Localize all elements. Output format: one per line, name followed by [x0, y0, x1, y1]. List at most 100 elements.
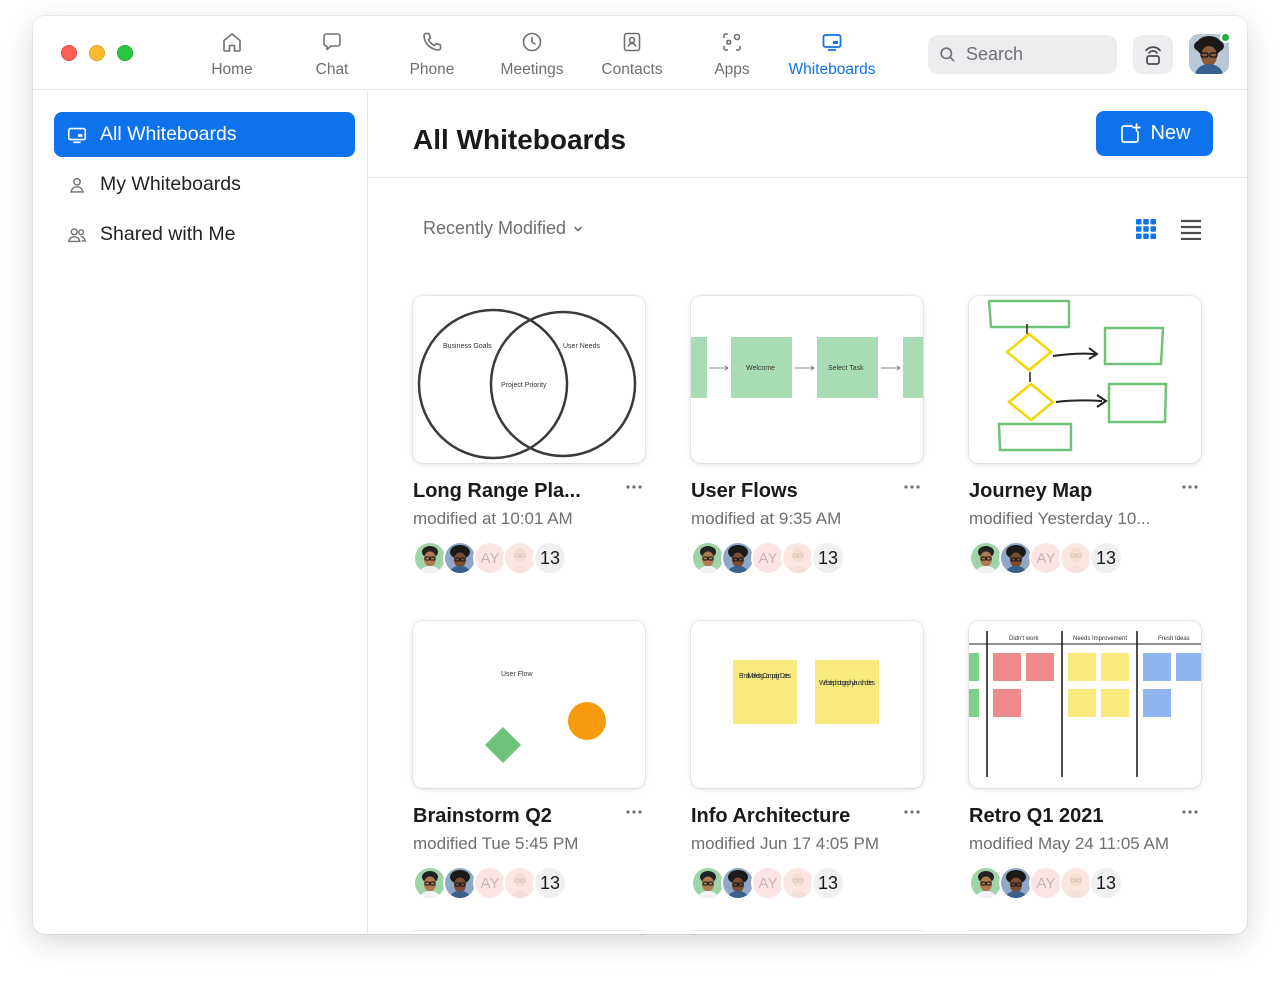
next-row-card-edge	[413, 930, 645, 934]
collaborator-count-badge: 13	[533, 541, 567, 575]
people-icon	[67, 227, 87, 242]
collaborator-avatars[interactable]: AY 13	[691, 541, 923, 575]
tab-chat[interactable]: Chat	[282, 28, 382, 84]
collaborator-avatars[interactable]: AY 13	[691, 866, 923, 900]
thumb-label: Business Goals	[443, 343, 492, 350]
whiteboard-title[interactable]: Brainstorm Q2	[413, 805, 603, 828]
collaborator-photo-icon	[505, 868, 535, 898]
more-options-icon[interactable]	[623, 801, 645, 823]
whiteboard-thumbnail[interactable]: Business Goals User Needs Project Priori…	[413, 296, 645, 463]
collaborator-photo-icon	[783, 868, 813, 898]
retro-board-thumbnail: Didn't work Needs Improvement Fresh Idea…	[969, 631, 1201, 777]
journey-map-thumbnail	[987, 299, 1168, 452]
more-options-icon[interactable]	[1179, 801, 1201, 823]
close-window-button[interactable]	[61, 45, 77, 61]
collaborator-avatar	[781, 866, 815, 900]
tab-phone-label: Phone	[409, 61, 455, 78]
list-view-button[interactable]	[1180, 218, 1202, 241]
collaborator-count-badge: 13	[1089, 541, 1123, 575]
tab-meetings[interactable]: Meetings	[482, 28, 582, 84]
online-status-dot	[1220, 32, 1231, 43]
grid-view-button[interactable]	[1135, 218, 1157, 240]
app-window: Home Chat Phone Meetings Contacts Apps W…	[33, 16, 1247, 934]
collaborator-initials-avatar: AY	[1029, 866, 1063, 900]
search-placeholder: Search	[966, 44, 1024, 64]
minimize-window-button[interactable]	[89, 45, 105, 61]
collaborator-count-badge: 13	[811, 866, 845, 900]
collaborator-photo-icon	[1001, 543, 1031, 573]
collaborator-avatar	[721, 866, 755, 900]
whiteboard-card[interactable]: Business Goals User Needs Project Priori…	[413, 296, 645, 596]
whiteboard-card[interactable]: Email Marketing Campaign Dates Website p…	[691, 621, 923, 921]
collaborator-avatars[interactable]: AY 13	[413, 866, 645, 900]
tab-contacts-label: Contacts	[601, 61, 663, 78]
whiteboard-card[interactable]: Didn't work Needs Improvement Fresh Idea…	[969, 621, 1201, 921]
whiteboard-thumbnail[interactable]: Email Marketing Campaign Dates Website p…	[691, 621, 923, 788]
tab-apps[interactable]: Apps	[682, 28, 782, 84]
collaborator-avatar	[999, 541, 1033, 575]
whiteboard-title[interactable]: Journey Map	[969, 480, 1159, 503]
sidebar: All Whiteboards My Whiteboards Shared wi…	[33, 90, 368, 934]
more-options-icon[interactable]	[901, 476, 923, 498]
sidebar-item-label: All Whiteboards	[100, 123, 237, 145]
whiteboard-thumbnail[interactable]: Didn't work Needs Improvement Fresh Idea…	[969, 621, 1201, 788]
more-options-icon[interactable]	[901, 801, 923, 823]
flowchart-thumbnail: Welcome Select Task	[691, 337, 923, 398]
collaborator-avatar	[503, 541, 537, 575]
tab-whiteboards[interactable]: Whiteboards	[782, 28, 882, 84]
main-content: All Whiteboards New Recently Modified Bu…	[369, 90, 1247, 934]
whiteboard-card[interactable]: User Flow Brainstorm Q2 modified Tue 5:4…	[413, 621, 645, 921]
thumb-label: User Needs	[563, 343, 600, 350]
collaborator-count-badge: 13	[1089, 866, 1123, 900]
thumb-label: Didn't work	[1009, 636, 1039, 642]
sidebar-item-shared-with-me[interactable]: Shared with Me	[54, 212, 355, 257]
collaborator-avatars[interactable]: AY 13	[969, 541, 1201, 575]
whiteboard-thumbnail[interactable]: User Flow	[413, 621, 645, 788]
collaborator-photo-icon	[1061, 543, 1091, 573]
zoom-window-button[interactable]	[117, 45, 133, 61]
collaborator-avatar	[691, 541, 725, 575]
thumb-label: Fresh Ideas	[1158, 636, 1190, 642]
whiteboard-card[interactable]: Welcome Select Task User Flows modified …	[691, 296, 923, 596]
page-header: All Whiteboards New	[369, 90, 1247, 178]
whiteboard-title[interactable]: User Flows	[691, 480, 881, 503]
tab-meetings-label: Meetings	[500, 61, 564, 78]
collaborator-initials-avatar: AY	[473, 541, 507, 575]
sort-dropdown[interactable]: Recently Modified	[423, 218, 584, 239]
desk-phone-button[interactable]	[1133, 35, 1173, 74]
new-whiteboard-button[interactable]: New	[1096, 111, 1213, 156]
whiteboard-modified: modified at 10:01 AM	[413, 509, 573, 528]
thumb-label: Email Marketing Campaign Dates	[739, 673, 792, 680]
whiteboard-modified: modified at 9:35 AM	[691, 509, 842, 528]
collaborator-avatar	[443, 541, 477, 575]
more-options-icon[interactable]	[623, 476, 645, 498]
collaborator-photo-icon	[505, 543, 535, 573]
collaborator-avatars[interactable]: AY 13	[413, 541, 645, 575]
tab-contacts[interactable]: Contacts	[582, 28, 682, 84]
search-input[interactable]: Search	[928, 35, 1117, 74]
new-button-label: New	[1150, 122, 1191, 144]
sidebar-item-all-whiteboards[interactable]: All Whiteboards	[54, 112, 355, 157]
whiteboard-title[interactable]: Retro Q1 2021	[969, 805, 1159, 828]
desk-phone-icon	[1145, 45, 1161, 65]
whiteboard-title[interactable]: Info Architecture	[691, 805, 881, 828]
whiteboard-card[interactable]: Journey Map modified Yesterday 10... AY …	[969, 296, 1201, 596]
collaborator-avatar	[781, 541, 815, 575]
whiteboard-thumbnail[interactable]	[969, 296, 1201, 463]
collaborator-photo-icon	[415, 543, 445, 573]
collaborator-photo-icon	[445, 543, 475, 573]
tab-home[interactable]: Home	[182, 28, 282, 84]
collaborator-photo-icon	[971, 868, 1001, 898]
sidebar-item-my-whiteboards[interactable]: My Whiteboards	[54, 162, 355, 207]
whiteboard-thumbnail[interactable]: Welcome Select Task	[691, 296, 923, 463]
home-icon	[223, 33, 241, 52]
more-options-icon[interactable]	[1179, 476, 1201, 498]
collaborator-photo-icon	[693, 543, 723, 573]
tab-phone[interactable]: Phone	[382, 28, 482, 84]
collaborator-avatar	[969, 866, 1003, 900]
collaborator-avatar	[691, 866, 725, 900]
collaborator-avatars[interactable]: AY 13	[969, 866, 1201, 900]
collaborator-photo-icon	[783, 543, 813, 573]
title-bar: Home Chat Phone Meetings Contacts Apps W…	[33, 16, 1247, 90]
whiteboard-title[interactable]: Long Range Pla...	[413, 480, 603, 503]
